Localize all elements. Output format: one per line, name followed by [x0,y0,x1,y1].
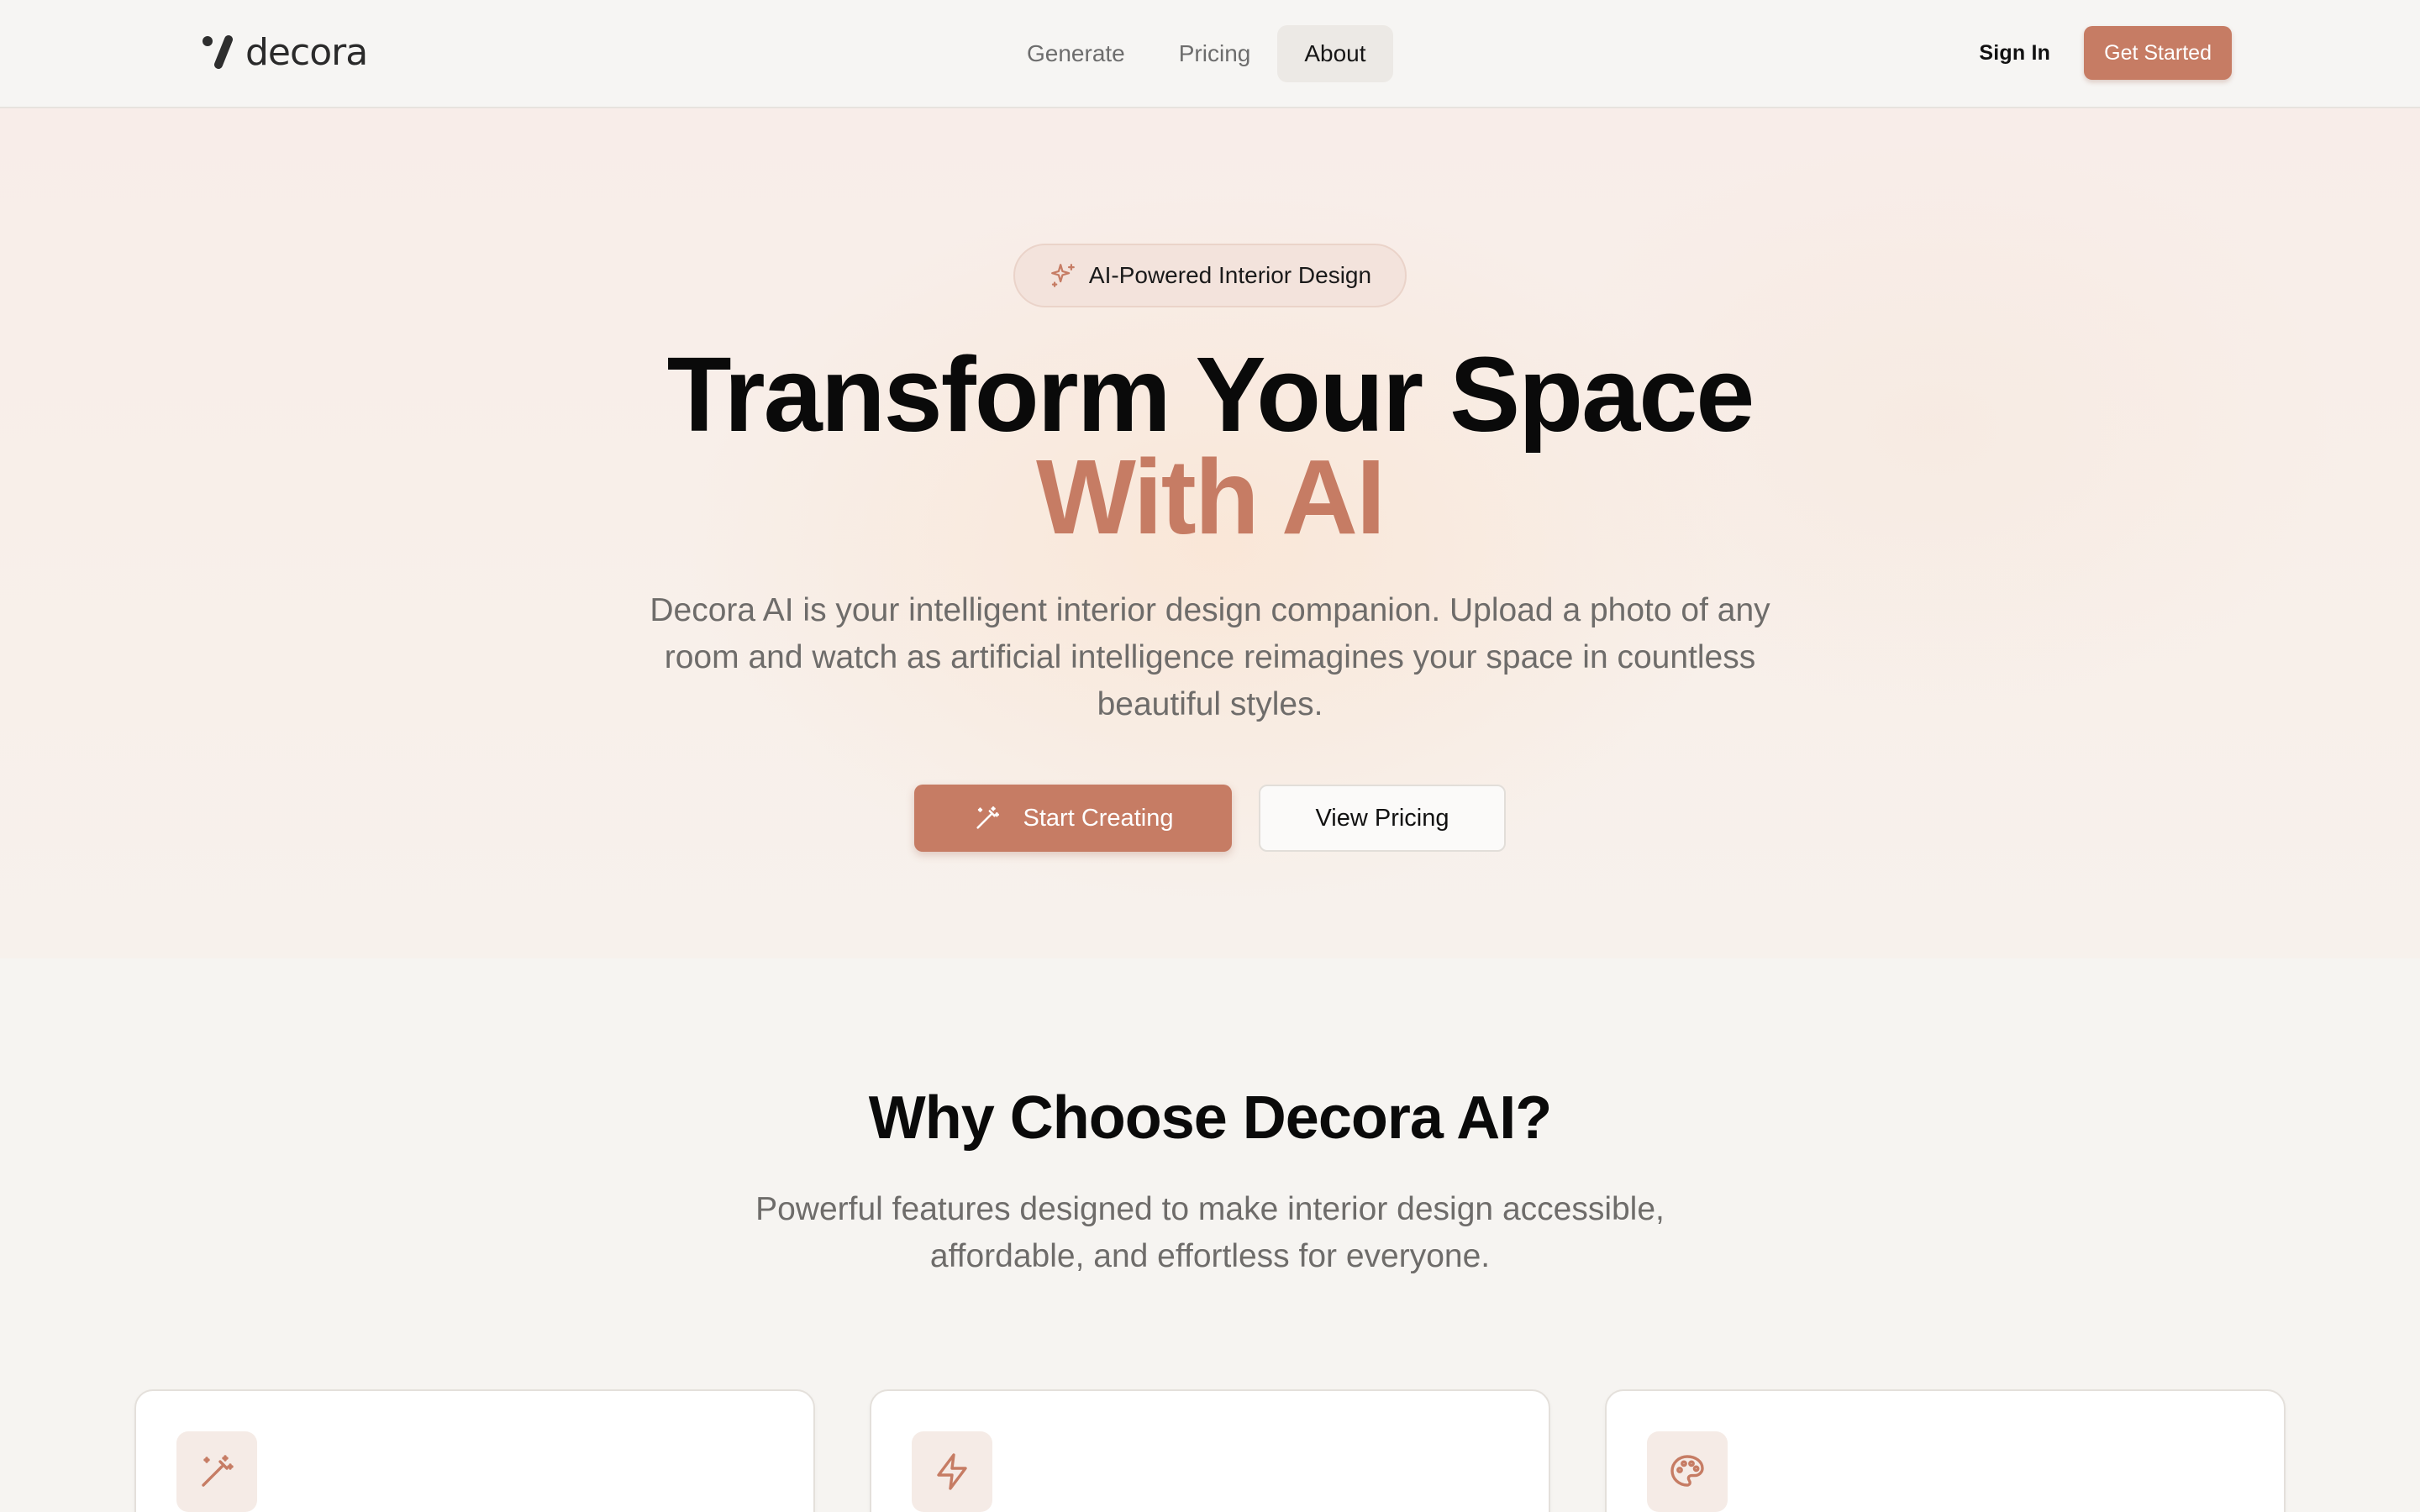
hero-title-accent: With AI [1035,438,1386,556]
main-nav: Generate Pricing About [1000,25,1393,82]
top-navbar: decora Generate Pricing About Sign In Ge… [0,0,2420,108]
hero-badge: AI-Powered Interior Design [1013,244,1407,307]
hero-badge-label: AI-Powered Interior Design [1088,262,1372,288]
auth-actions: Sign In Get Started [1979,26,2232,80]
sign-in-link[interactable]: Sign In [1979,41,2050,66]
hero-description: Decora AI is your intelligent interior d… [650,592,1770,722]
nav-pricing[interactable]: Pricing [1152,25,1278,82]
magic-wand-icon [976,806,999,829]
lightning-icon [937,1453,967,1490]
feature-card [1605,1389,2286,1512]
hero-section: AI-Powered Interior Design Transform You… [0,108,2420,958]
palette-icon [1670,1455,1704,1487]
hero-title: Transform Your Space With AI [0,342,2420,556]
nav-generate[interactable]: Generate [1000,25,1152,82]
feature-card [870,1389,1550,1512]
view-pricing-button[interactable]: View Pricing [1259,785,1506,852]
get-started-button[interactable]: Get Started [2084,26,2232,80]
start-creating-label: Start Creating [1023,804,1174,832]
brand-name: decora [245,30,368,74]
hero-cta-group: Start Creating View Pricing [914,785,1506,852]
page: decora Generate Pricing About Sign In Ge… [0,0,2420,1512]
sparkles-icon [1051,264,1075,287]
feature-icon-box [912,1431,992,1512]
feature-card [134,1389,815,1512]
nav-about[interactable]: About [1277,25,1393,82]
feature-icon-box [176,1431,257,1512]
feature-icon-box [1647,1431,1728,1512]
magic-wand-icon [202,1455,234,1487]
features-title: Why Choose Decora AI? [868,1084,1552,1152]
brand-logo[interactable]: decora [200,30,368,74]
logo-mark-icon [203,35,233,69]
features-description: Powerful features designed to make inter… [755,1191,1665,1274]
start-creating-button[interactable]: Start Creating [914,785,1232,852]
hero-title-line1: Transform Your Space [666,335,1755,454]
